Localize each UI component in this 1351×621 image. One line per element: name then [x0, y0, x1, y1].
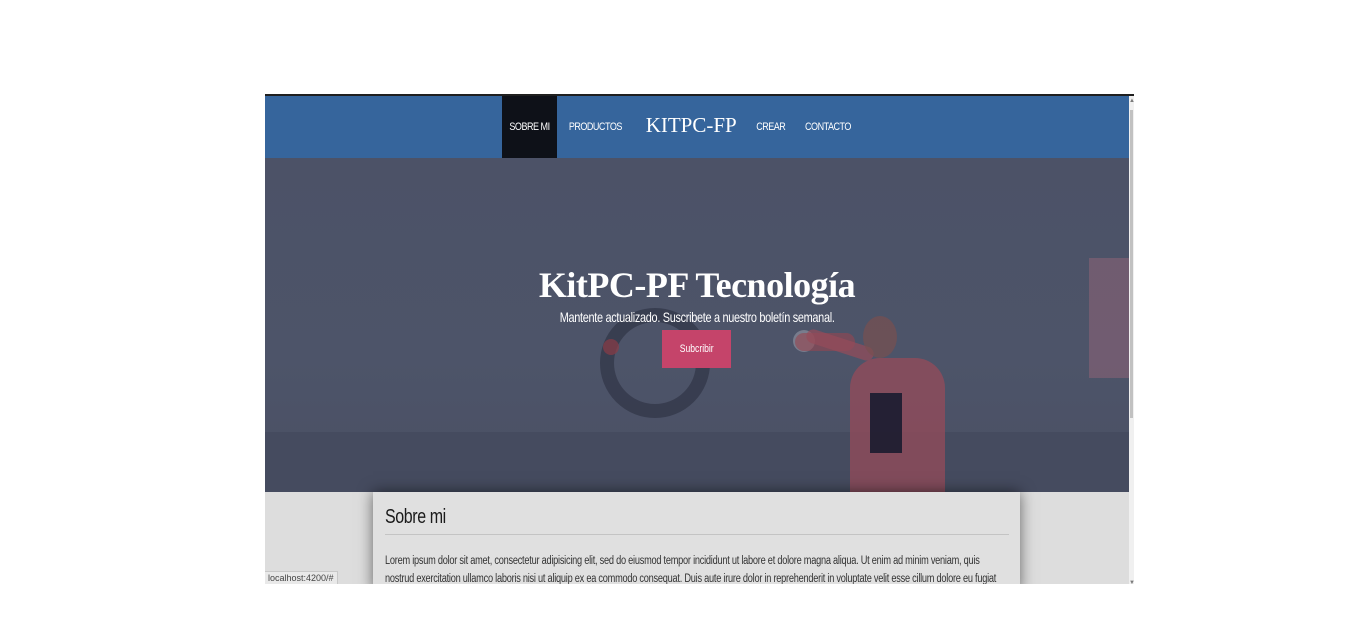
- scroll-up-arrow-icon[interactable]: ▲: [1129, 98, 1134, 104]
- hero-subtitle: Mantente actualizado. Suscribete a nuest…: [265, 309, 1129, 325]
- subscribe-button[interactable]: Subcribir: [662, 330, 731, 368]
- scrollbar-thumb[interactable]: [1130, 110, 1133, 418]
- nav-link-contacto[interactable]: CONTACTO: [800, 96, 856, 158]
- section-divider: [385, 534, 1009, 535]
- status-bar-url: localhost:4200/#: [265, 571, 338, 584]
- vertical-scrollbar[interactable]: ▲ ▼: [1129, 96, 1134, 584]
- brand-logo[interactable]: KITPC-FP: [634, 96, 747, 158]
- wall-logo-dot: [603, 339, 619, 355]
- hero-title: KitPC-PF Tecnología: [538, 265, 856, 305]
- scroll-down-arrow-icon[interactable]: ▼: [1129, 580, 1134, 584]
- hero-banner: KitPC-PF Tecnología Mantente actualizado…: [265, 158, 1129, 492]
- nav-link-productos[interactable]: PRODUCTOS: [564, 96, 627, 158]
- navbar: SOBRE MI PRODUCTOS KITPC-FP CREAR CONTAC…: [265, 96, 1129, 158]
- browser-viewport: SOBRE MI PRODUCTOS KITPC-FP CREAR CONTAC…: [265, 94, 1134, 584]
- nav-link-sobre-mi-label: SOBRE MI: [509, 121, 550, 133]
- subscribe-button-label: Subcribir: [679, 343, 714, 355]
- section-text: Lorem ipsum dolor sit amet, consectetur …: [385, 555, 997, 584]
- section-title: Sobre mi: [385, 506, 446, 528]
- person-top-image: [870, 393, 902, 453]
- nav-link-sobre-mi[interactable]: SOBRE MI: [502, 96, 557, 158]
- nav-menu: SOBRE MI PRODUCTOS KITPC-FP CREAR CONTAC…: [502, 96, 862, 158]
- hero-subtitle-text: Mantente actualizado. Suscribete a nuest…: [559, 309, 835, 325]
- about-card: Sobre mi Lorem ipsum dolor sit amet, con…: [373, 492, 1020, 584]
- nav-link-crear[interactable]: CREAR: [751, 96, 790, 158]
- hero-background-floor: [265, 432, 1129, 492]
